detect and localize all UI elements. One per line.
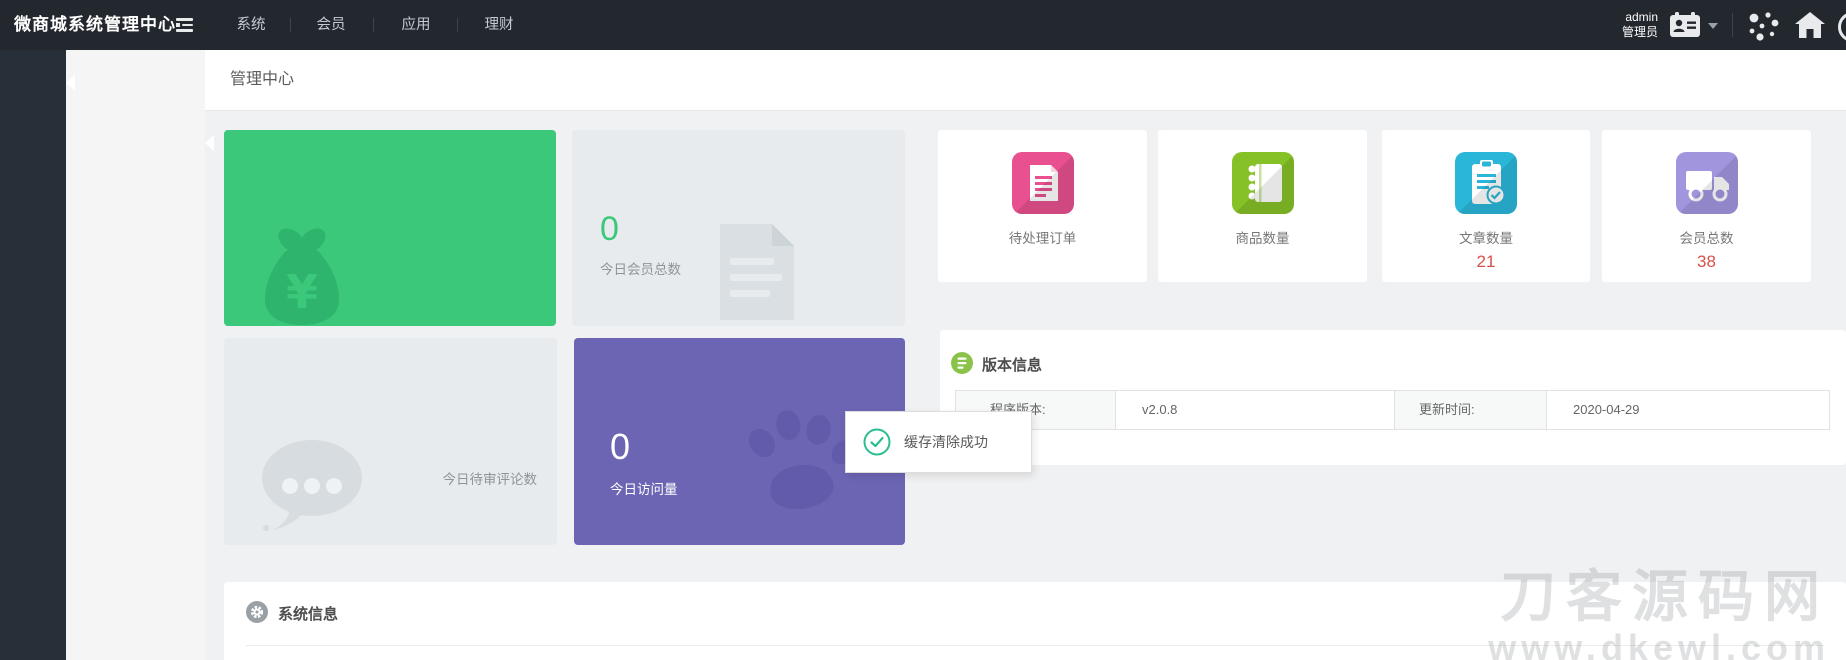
stat-card-label: 今日会员总数 [600, 258, 681, 278]
menu-divider [457, 18, 458, 32]
admin-dashboard: 微商城系统管理中心 系统 会员 应用 理财 admin 管理员 [0, 0, 1846, 660]
document-icon [714, 220, 800, 326]
summary-card-value: 21 [1382, 252, 1590, 272]
toast-notification: 缓存清除成功 [845, 411, 1032, 473]
stat-card-comments[interactable]: 今日待审评论数 [224, 338, 557, 545]
stat-card-orders[interactable]: ¥ 今日订单总数 [224, 130, 556, 326]
notebook-icon [1232, 152, 1294, 214]
summary-card-articles[interactable]: 文章数量 21 [1382, 130, 1590, 282]
menu-collapse-icon[interactable] [176, 18, 196, 32]
menu-divider [290, 18, 291, 32]
share-nodes-icon[interactable] [1746, 10, 1780, 47]
summary-card-products[interactable]: 商品数量 [1158, 130, 1367, 282]
app-title: 微商城系统管理中心 [14, 0, 176, 50]
update-time-value: 2020-04-29 [1547, 391, 1829, 429]
topmenu-apps[interactable]: 应用 [386, 0, 446, 50]
stat-card-value: 0 [610, 426, 630, 468]
topmenu-system[interactable]: 系统 [221, 0, 281, 50]
money-bag-icon: ¥ [252, 222, 352, 326]
stat-card-label: 今日访问量 [610, 478, 678, 498]
user-name: admin [1570, 10, 1658, 25]
chat-bubble-icon [256, 436, 368, 541]
list-circle-icon [951, 352, 973, 379]
icon-rail [0, 50, 66, 660]
user-info[interactable]: admin 管理员 [1570, 10, 1658, 40]
version-panel-title: 版本信息 [982, 354, 1042, 375]
check-circle-icon [863, 428, 891, 456]
version-table: 程序版本: v2.0.8 更新时间: 2020-04-29 [955, 390, 1830, 430]
settings-submenu [66, 50, 205, 660]
active-submenu-arrow-icon [205, 135, 214, 151]
stat-card-label: 今日待审评论数 [443, 468, 538, 488]
system-panel-divider [246, 645, 1824, 646]
menu-divider [373, 18, 374, 32]
summary-card-pending-orders[interactable]: 待处理订单 [938, 130, 1147, 282]
system-info-panel [224, 582, 1846, 660]
user-role: 管理员 [1570, 25, 1658, 40]
summary-card-value: 38 [1602, 252, 1811, 272]
summary-card-total-members[interactable]: 会员总数 38 [1602, 130, 1811, 282]
summary-card-label: 待处理订单 [938, 227, 1147, 247]
summary-card-label: 文章数量 [1382, 227, 1590, 247]
pink-document-icon [1012, 152, 1074, 214]
svg-text:¥: ¥ [286, 265, 318, 319]
update-time-label: 更新时间: [1395, 391, 1547, 429]
stat-card-members[interactable]: 0 今日会员总数 [572, 130, 905, 326]
clipboard-check-icon [1455, 152, 1517, 214]
page-title-bar [205, 50, 1846, 111]
truck-icon [1676, 152, 1738, 214]
page-title: 管理中心 [230, 50, 294, 110]
topmenu-finance[interactable]: 理财 [469, 0, 529, 50]
summary-card-label: 商品数量 [1158, 227, 1367, 247]
toast-message: 缓存清除成功 [904, 412, 988, 472]
header-divider [1732, 13, 1733, 37]
summary-card-label: 会员总数 [1602, 227, 1811, 247]
top-header: 微商城系统管理中心 系统 会员 应用 理财 admin 管理员 [0, 0, 1846, 50]
gear-circle-icon [246, 601, 268, 628]
stat-card-value: 0 [600, 210, 619, 249]
partial-circle-icon[interactable] [1838, 12, 1846, 42]
id-card-icon[interactable] [1668, 11, 1702, 44]
active-rail-arrow-icon [66, 75, 75, 91]
version-value: v2.0.8 [1116, 391, 1395, 429]
home-icon[interactable] [1794, 10, 1826, 45]
system-panel-title: 系统信息 [278, 603, 338, 624]
caret-down-icon[interactable] [1708, 23, 1718, 29]
topmenu-members[interactable]: 会员 [301, 0, 361, 50]
